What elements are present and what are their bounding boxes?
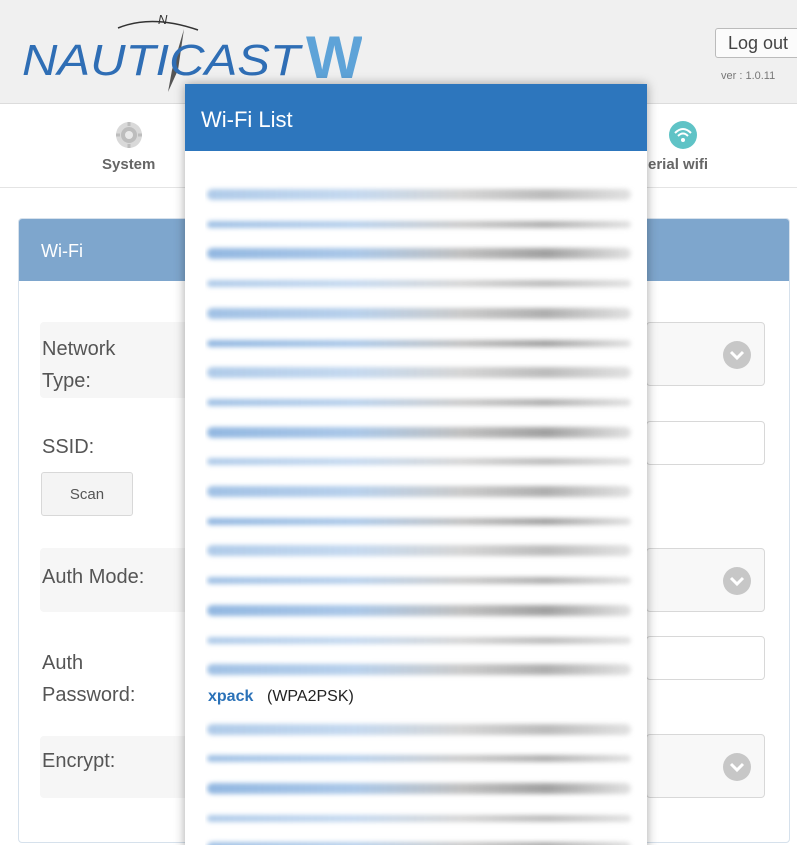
wifi-list-item-obscured[interactable] xyxy=(205,388,635,416)
redacted-ssid xyxy=(207,486,631,497)
wifi-list-modal-header: Wi-Fi List xyxy=(185,84,647,151)
wifi-list-item-obscured[interactable] xyxy=(205,210,635,238)
network-type-select[interactable] xyxy=(646,322,765,386)
wifi-list-item-obscured[interactable] xyxy=(205,833,635,845)
wifi-list-item-obscured[interactable] xyxy=(205,804,635,832)
redacted-ssid xyxy=(207,755,631,762)
redacted-ssid xyxy=(207,518,631,525)
auth-password-label: Auth Password: xyxy=(42,652,136,706)
wifi-list-item-obscured[interactable] xyxy=(205,566,635,594)
ssid-input[interactable] xyxy=(646,421,765,465)
wifi-list-item-obscured[interactable] xyxy=(205,744,635,772)
redacted-ssid xyxy=(207,664,631,675)
redacted-ssid xyxy=(207,783,631,794)
svg-text:N: N xyxy=(158,12,168,27)
redacted-ssid xyxy=(207,367,631,378)
redacted-ssid xyxy=(207,399,631,406)
redacted-ssid xyxy=(207,577,631,584)
redacted-ssid xyxy=(207,815,631,822)
wifi-list-item-obscured[interactable] xyxy=(205,596,635,624)
wifi-list-item-obscured[interactable] xyxy=(205,447,635,475)
wifi-list-item-obscured[interactable] xyxy=(205,329,635,357)
encrypt-label: Encrypt: xyxy=(42,750,116,772)
wifi-auth-type: (WPA2PSK) xyxy=(267,688,354,705)
wifi-list: xpack (WPA2PSK) xyxy=(205,180,635,845)
redacted-ssid xyxy=(207,221,631,228)
redacted-ssid xyxy=(207,637,631,644)
network-type-label: Network Type: xyxy=(42,338,116,392)
redacted-ssid xyxy=(207,248,631,259)
wifi-list-item-obscured[interactable] xyxy=(205,418,635,446)
wifi-list-item-obscured[interactable] xyxy=(205,626,635,654)
wifi-list-item-obscured[interactable] xyxy=(205,715,635,743)
svg-text:W: W xyxy=(306,24,362,91)
scan-button[interactable]: Scan xyxy=(41,472,133,516)
ssid-label: SSID: xyxy=(42,436,95,458)
wifi-list-item-obscured[interactable] xyxy=(205,655,635,683)
wifi-list-item-obscured[interactable] xyxy=(205,269,635,297)
wifi-panel-title: Wi-Fi xyxy=(41,241,83,261)
nav-item-system[interactable]: System xyxy=(96,104,176,188)
redacted-ssid xyxy=(207,545,631,556)
nav-label-system: System xyxy=(102,156,156,173)
redacted-ssid xyxy=(207,605,631,616)
wifi-icon xyxy=(669,121,697,149)
wifi-list-modal: Wi-Fi List xpack (WPA2PSK) xyxy=(185,84,647,845)
wifi-list-item-obscured[interactable] xyxy=(205,239,635,267)
redacted-ssid xyxy=(207,189,631,200)
auth-mode-label: Auth Mode: xyxy=(42,566,145,588)
redacted-ssid xyxy=(207,458,631,465)
wifi-list-item-obscured[interactable] xyxy=(205,507,635,535)
wifi-ssid-link[interactable]: xpack xyxy=(208,688,253,706)
chevron-down-icon xyxy=(723,753,751,781)
wifi-list-item[interactable]: xpack (WPA2PSK) xyxy=(205,685,635,713)
wifi-list-item-obscured[interactable] xyxy=(205,536,635,564)
wifi-list-item-obscured[interactable] xyxy=(205,358,635,386)
wifi-list-title: Wi-Fi List xyxy=(201,107,293,132)
logout-button[interactable]: Log out xyxy=(715,28,797,58)
wifi-list-item-obscured[interactable] xyxy=(205,299,635,327)
auth-password-input[interactable] xyxy=(646,636,765,680)
chevron-down-icon xyxy=(723,341,751,369)
wifi-list-item-obscured[interactable] xyxy=(205,774,635,802)
redacted-ssid xyxy=(207,308,631,319)
auth-mode-select[interactable] xyxy=(646,548,765,612)
nav-label-serial-wifi: erial wifi xyxy=(648,156,709,173)
redacted-ssid xyxy=(207,724,631,735)
chevron-down-icon xyxy=(723,567,751,595)
svg-text:NAUTICAST: NAUTICAST xyxy=(22,36,303,85)
redacted-ssid xyxy=(207,340,631,347)
gear-icon xyxy=(116,122,142,148)
redacted-ssid xyxy=(207,280,631,287)
redacted-ssid xyxy=(207,427,631,438)
wifi-list-item-obscured[interactable] xyxy=(205,477,635,505)
wifi-list-item-obscured[interactable] xyxy=(205,180,635,208)
encrypt-select[interactable] xyxy=(646,734,765,798)
nav-item-serial-wifi[interactable]: erial wifi xyxy=(648,104,738,188)
version-label: ver : 1.0.11 xyxy=(721,70,776,82)
